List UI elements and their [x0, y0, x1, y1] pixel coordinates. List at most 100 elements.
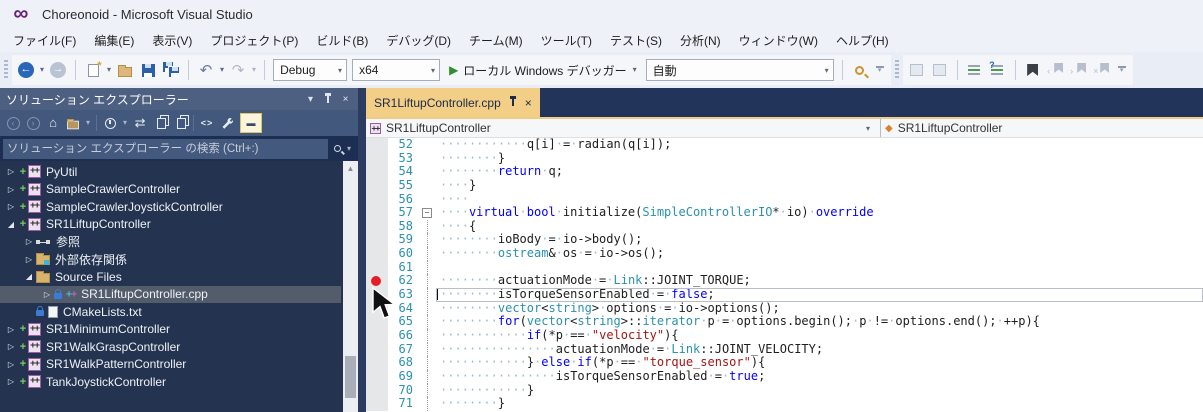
- tree-item-sr1walkgraspcontroller[interactable]: ▷+++SR1WalkGraspController: [0, 338, 341, 356]
- undo-button[interactable]: ↶: [197, 59, 215, 81]
- pin-tab-icon[interactable]: [512, 99, 514, 106]
- code-line-69[interactable]: 69················isTorqueSensorEnabled·…: [366, 370, 1203, 384]
- code-line-56[interactable]: 56····: [366, 193, 1203, 207]
- code-line-58[interactable]: 58····{: [366, 220, 1203, 234]
- search-options-dropdown-icon[interactable]: ▾: [347, 144, 351, 154]
- breakpoint-margin[interactable]: [366, 206, 388, 220]
- panel-splitter[interactable]: [358, 88, 366, 412]
- code-line-59[interactable]: 59········ioBody·=·io->body();: [366, 233, 1203, 247]
- collapsed-arrow-icon[interactable]: ▷: [22, 237, 36, 246]
- code-line-70[interactable]: 70············}: [366, 384, 1203, 398]
- start-debugging-dropdown-icon[interactable]: ▾: [633, 65, 637, 75]
- tree-scrollbar[interactable]: ▲: [343, 161, 358, 412]
- collapsed-arrow-icon[interactable]: ▷: [4, 325, 18, 334]
- open-file-button[interactable]: [116, 59, 134, 81]
- home-icon[interactable]: ⌂: [46, 114, 60, 132]
- increase-indent-button[interactable]: [989, 59, 1007, 81]
- decrease-indent-button[interactable]: [966, 59, 984, 81]
- code-line-62[interactable]: 62········actuationMode·=·Link::JOINT_TO…: [366, 274, 1203, 288]
- pending-changes-filter-icon[interactable]: [103, 114, 117, 132]
- switch-views-dropdown-icon[interactable]: ▾: [86, 118, 90, 128]
- menu-window[interactable]: ウィンドウ(W): [730, 28, 827, 53]
- menu-test[interactable]: テスト(S): [601, 28, 671, 53]
- breakpoint-margin[interactable]: [366, 233, 388, 247]
- preview-selected-items-toggle[interactable]: ▬: [240, 113, 262, 133]
- window-position-icon[interactable]: ▾: [302, 94, 319, 105]
- new-file-dropdown-icon[interactable]: ▾: [107, 65, 111, 75]
- find-button[interactable]: [851, 59, 869, 81]
- toolbar-grip[interactable]: [4, 60, 8, 80]
- code-text[interactable]: ············}: [436, 384, 1203, 398]
- code-text[interactable]: ············}·else·if(*p·==·"torque_sens…: [436, 356, 1203, 370]
- collapsed-arrow-icon[interactable]: ▷: [4, 360, 18, 369]
- breakpoint-margin[interactable]: [366, 165, 388, 179]
- tree-item-sr1liftupcontroller[interactable]: ◢+++SR1LiftupController: [0, 216, 341, 234]
- code-line-53[interactable]: 53········}: [366, 152, 1203, 166]
- menu-edit[interactable]: 編集(E): [85, 28, 143, 53]
- code-text[interactable]: ········vector<string>·options·=·io->opt…: [436, 302, 1203, 316]
- collapse-box-icon[interactable]: −: [422, 208, 432, 218]
- code-text[interactable]: ····}: [436, 179, 1203, 193]
- code-text[interactable]: ················actuationMode·=·Link::JO…: [436, 343, 1203, 357]
- code-text[interactable]: ········isTorqueSensorEnabled·=·false;: [436, 288, 1203, 302]
- navigate-backward-dropdown-icon[interactable]: ▾: [40, 65, 44, 75]
- code-line-54[interactable]: 54········return·q;: [366, 165, 1203, 179]
- breakpoint-icon[interactable]: [371, 276, 381, 286]
- scroll-up-icon[interactable]: ▲: [343, 164, 358, 173]
- code-text[interactable]: ········}: [436, 152, 1203, 166]
- search-input[interactable]: [3, 139, 328, 159]
- code-line-68[interactable]: 68············}·else·if(*p·==·"torque_se…: [366, 356, 1203, 370]
- code-text[interactable]: ····: [436, 193, 1203, 207]
- solution-configurations-combo[interactable]: Debug ▾: [273, 59, 347, 81]
- code-text[interactable]: ····virtual·bool·initialize(SimpleContro…: [436, 206, 1203, 220]
- tab-sr1liftupcontroller-cpp[interactable]: SR1LiftupController.cpp ×: [366, 88, 540, 117]
- menu-tools[interactable]: ツール(T): [532, 28, 601, 53]
- code-text[interactable]: ····{: [436, 220, 1203, 234]
- code-line-64[interactable]: 64········vector<string>·options·=·io->o…: [366, 302, 1203, 316]
- expanded-arrow-icon[interactable]: ◢: [4, 220, 18, 229]
- breakpoint-margin[interactable]: [366, 397, 388, 411]
- code-text[interactable]: ········ioBody·=·io->body();: [436, 233, 1203, 247]
- pin-icon[interactable]: [327, 96, 329, 103]
- breakpoint-margin[interactable]: [366, 179, 388, 193]
- code-text[interactable]: ········ostream&·os·=·io->os();: [436, 247, 1203, 261]
- menu-debug[interactable]: デバッグ(D): [377, 28, 460, 53]
- code-line-66[interactable]: 66············if(*p·==·"velocity"){: [366, 329, 1203, 343]
- breakpoint-margin[interactable]: [366, 384, 388, 398]
- tree-item-tankjoystickcontroller[interactable]: ▷+++TankJoystickController: [0, 373, 341, 391]
- tree-item-samplecrawlercontroller[interactable]: ▷+++SampleCrawlerController: [0, 181, 341, 199]
- collapsed-arrow-icon[interactable]: ▷: [22, 255, 36, 264]
- menu-project[interactable]: プロジェクト(P): [201, 28, 307, 53]
- code-editor[interactable]: 52············q[i]·=·radian(q[i]);53····…: [366, 138, 1203, 412]
- breakpoint-margin[interactable]: [366, 356, 388, 370]
- menu-build[interactable]: ビルド(B): [307, 28, 377, 53]
- breakpoint-margin[interactable]: [366, 329, 388, 343]
- code-line-65[interactable]: 65········for(vector<string>::iterator·p…: [366, 315, 1203, 329]
- properties-icon[interactable]: [220, 114, 234, 132]
- code-line-57[interactable]: 57−····virtual·bool·initialize(SimpleCon…: [366, 206, 1203, 220]
- save-all-button[interactable]: [162, 59, 180, 81]
- navigate-forward-button[interactable]: →: [49, 59, 67, 81]
- breakpoint-margin[interactable]: [366, 152, 388, 166]
- code-text[interactable]: ············q[i]·=·radian(q[i]);: [436, 138, 1203, 152]
- type-dropdown[interactable]: ◆ SR1LiftupController: [881, 121, 1203, 135]
- navigate-back-button[interactable]: ‹: [6, 114, 20, 132]
- solution-platforms-combo[interactable]: x64 ▾: [352, 59, 440, 81]
- tree-item-sr1liftupcontroller-cpp[interactable]: ▷++SR1LiftupController.cpp: [0, 286, 341, 304]
- collapsed-arrow-icon[interactable]: ▷: [4, 185, 18, 194]
- toolbar-overflow-button[interactable]: ▾: [1116, 66, 1128, 74]
- code-text[interactable]: ········actuationMode·=·Link::JOINT_TORQ…: [436, 274, 1203, 288]
- view-code-icon[interactable]: <>: [200, 114, 214, 132]
- code-text[interactable]: ········return·q;: [436, 165, 1203, 179]
- code-line-61[interactable]: 61: [366, 261, 1203, 275]
- tree-item-references[interactable]: ▷参照: [0, 233, 341, 251]
- breakpoint-margin[interactable]: [366, 220, 388, 234]
- tree-item-pyutil[interactable]: ▷+++PyUtil: [0, 163, 341, 181]
- search-icon[interactable]: [334, 145, 341, 152]
- expanded-arrow-icon[interactable]: ◢: [22, 272, 36, 281]
- previous-bookmark-button[interactable]: ‹: [1047, 59, 1065, 81]
- code-text[interactable]: ········for(vector<string>::iterator·p·=…: [436, 315, 1203, 329]
- filter-dropdown-icon[interactable]: ▾: [123, 118, 127, 128]
- fold-toggle[interactable]: −: [420, 206, 436, 220]
- code-line-52[interactable]: 52············q[i]·=·radian(q[i]);: [366, 138, 1203, 152]
